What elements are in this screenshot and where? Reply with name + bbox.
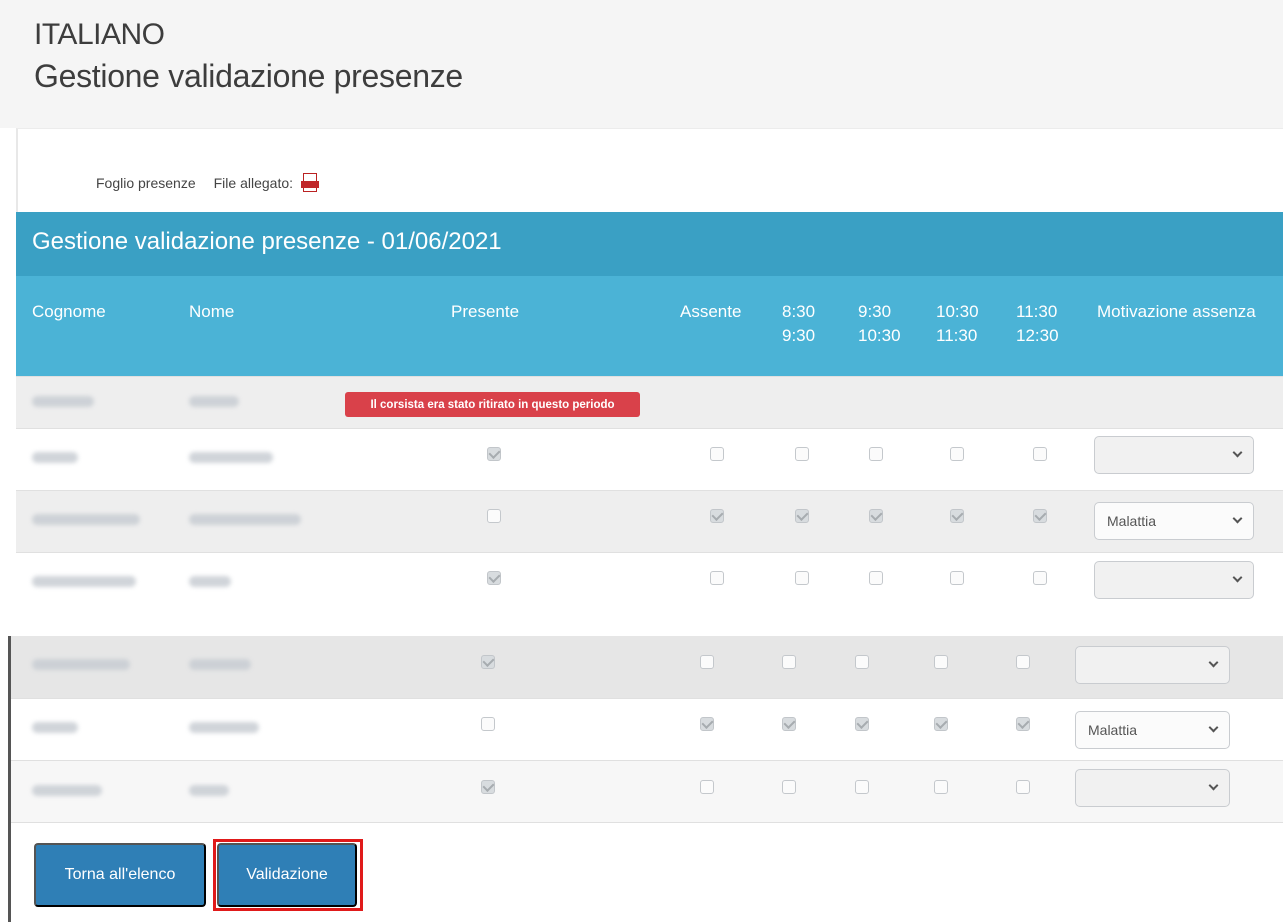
- slot-checkbox[interactable]: [855, 780, 869, 794]
- column-nome: Nome: [189, 302, 235, 321]
- slot-checkbox[interactable]: [950, 447, 964, 461]
- name-redacted: [189, 576, 231, 587]
- page-title: Gestione validazione presenze: [34, 58, 463, 94]
- chevron-down-icon: [1232, 447, 1243, 458]
- slot-checkbox[interactable]: [950, 571, 964, 585]
- column-slot-1: 8:30 9:30: [782, 302, 816, 345]
- slot-checkbox[interactable]: [795, 509, 809, 523]
- column-cognome: Cognome: [32, 302, 106, 321]
- slot-checkbox[interactable]: [1016, 780, 1030, 794]
- presente-checkbox[interactable]: [481, 780, 495, 794]
- slot-checkbox[interactable]: [869, 571, 883, 585]
- slot-checkbox[interactable]: [855, 717, 869, 731]
- absence-reason-select[interactable]: [1075, 646, 1230, 684]
- absence-reason-select[interactable]: Malattia: [1094, 502, 1254, 540]
- assente-checkbox[interactable]: [710, 571, 724, 585]
- attached-file-label: File allegato:: [213, 175, 294, 191]
- column-slot-4: 11:30 12:30: [1016, 302, 1059, 345]
- chevron-down-icon: [1208, 657, 1219, 668]
- module-title: ITALIANO: [34, 18, 165, 51]
- surname-redacted: [32, 659, 130, 670]
- surname-redacted: [32, 576, 136, 587]
- column-presente: Presente: [451, 302, 520, 321]
- slot-checkbox[interactable]: [855, 655, 869, 669]
- name-redacted: [189, 785, 229, 796]
- absence-reason-select[interactable]: [1094, 436, 1254, 474]
- presente-checkbox[interactable]: [487, 509, 501, 523]
- slot-checkbox[interactable]: [1033, 447, 1047, 461]
- surname-redacted: [32, 452, 78, 463]
- surname-redacted: [32, 785, 102, 796]
- chevron-down-icon: [1208, 780, 1219, 791]
- surname-redacted: [32, 514, 140, 525]
- assente-checkbox[interactable]: [710, 509, 724, 523]
- slot-checkbox[interactable]: [1016, 717, 1030, 731]
- column-slot-2: 9:30 10:30: [858, 302, 901, 345]
- slot-checkbox[interactable]: [782, 655, 796, 669]
- chevron-down-icon: [1232, 572, 1243, 583]
- column-motivazione: Motivazione assenza: [1097, 302, 1256, 321]
- presente-checkbox[interactable]: [481, 717, 495, 731]
- chevron-down-icon: [1208, 722, 1219, 733]
- slot-checkbox[interactable]: [795, 447, 809, 461]
- slot-checkbox[interactable]: [869, 509, 883, 523]
- assente-checkbox[interactable]: [700, 780, 714, 794]
- slot-checkbox[interactable]: [934, 780, 948, 794]
- screenshot-divider: [0, 610, 1283, 636]
- validate-button-highlight: [213, 839, 363, 911]
- back-to-list-button[interactable]: Torna all'elenco: [34, 843, 206, 907]
- slot-checkbox[interactable]: [1033, 509, 1047, 523]
- table-bottom-border: [11, 822, 1283, 823]
- slot-checkbox[interactable]: [869, 447, 883, 461]
- panel-title: Gestione validazione presenze - 01/06/20…: [32, 228, 502, 255]
- assente-checkbox[interactable]: [700, 717, 714, 731]
- slot-checkbox[interactable]: [934, 717, 948, 731]
- name-redacted: [189, 396, 239, 407]
- table-header: [16, 276, 1283, 376]
- slot-checkbox[interactable]: [1016, 655, 1030, 669]
- presente-checkbox[interactable]: [481, 655, 495, 669]
- name-redacted: [189, 659, 251, 670]
- presente-checkbox[interactable]: [487, 447, 501, 461]
- assente-checkbox[interactable]: [710, 447, 724, 461]
- slot-checkbox[interactable]: [934, 655, 948, 669]
- slot-checkbox[interactable]: [782, 717, 796, 731]
- slot-checkbox[interactable]: [950, 509, 964, 523]
- absence-reason-select[interactable]: [1075, 769, 1230, 807]
- files-bar: Foglio presenze File allegato:: [96, 172, 320, 194]
- column-assente: Assente: [680, 302, 742, 321]
- absence-reason-select[interactable]: Malattia: [1075, 711, 1230, 749]
- sheet-label: Foglio presenze: [96, 175, 196, 191]
- slot-checkbox[interactable]: [1033, 571, 1047, 585]
- surname-redacted: [32, 722, 78, 733]
- surname-redacted: [32, 396, 94, 407]
- name-redacted: [189, 722, 259, 733]
- absence-reason-select[interactable]: [1094, 561, 1254, 599]
- column-slot-3: 10:30 11:30: [936, 302, 979, 345]
- name-redacted: [189, 452, 273, 463]
- presente-checkbox[interactable]: [487, 571, 501, 585]
- withdrawn-badge: Il corsista era stato ritirato in questo…: [345, 392, 640, 417]
- name-redacted: [189, 514, 301, 525]
- pdf-icon[interactable]: [301, 172, 320, 194]
- chevron-down-icon: [1232, 513, 1243, 524]
- assente-checkbox[interactable]: [700, 655, 714, 669]
- slot-checkbox[interactable]: [795, 571, 809, 585]
- slot-checkbox[interactable]: [782, 780, 796, 794]
